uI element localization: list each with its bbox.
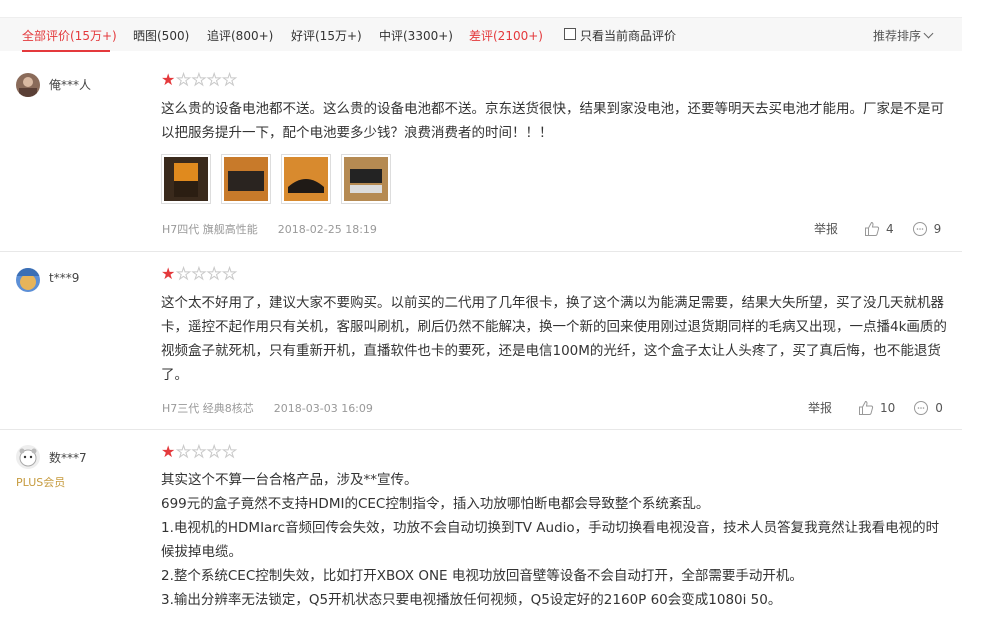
reply-count: 0 — [935, 400, 943, 415]
review-line: 699元的盒子竟然不支持HDMI的CEC控制指令，插入功放哪怕断电都会导致整个系… — [161, 496, 710, 512]
review-thumbnails — [161, 154, 391, 204]
filter-bad[interactable]: 差评(2100+) — [469, 27, 543, 44]
filter-photos[interactable]: 晒图(500) — [133, 27, 189, 44]
review-item: t***9 ★★★★★ 这个太不好用了，建议大家不要购买。以前买的二代用了几年很… — [0, 252, 962, 430]
filter-good[interactable]: 好评(15万+) — [291, 27, 362, 44]
sort-label: 推荐排序 — [872, 29, 921, 43]
review-item: 俺***人 ★★★★★ 这么贵的设备电池都不送。这么贵的设备电池都不送。京东送货… — [0, 51, 962, 252]
reply-button[interactable]: 9 — [912, 221, 942, 237]
report-link[interactable]: 举报 — [808, 399, 832, 416]
filter-all[interactable]: 全部评价(15万+) — [22, 27, 117, 44]
review-line: 2.整个系统CEC控制失效，比如打开XBOX ONE 电视功放回音壁等设备不会自… — [161, 568, 803, 584]
like-button[interactable]: 10 — [858, 400, 895, 416]
review-date: 2018-03-03 16:09 — [273, 402, 373, 415]
username: 俺***人 — [49, 78, 92, 92]
report-link[interactable]: 举报 — [814, 220, 838, 237]
star-icon: ★ — [161, 70, 177, 89]
review-photo-thumbnail[interactable] — [161, 154, 211, 204]
only-current-label[interactable]: 只看当前商品评价 — [580, 27, 676, 44]
review-photo-thumbnail[interactable] — [281, 154, 331, 204]
avatar[interactable] — [16, 268, 40, 292]
filter-followup[interactable]: 追评(800+) — [207, 27, 273, 44]
star-icon: ★ — [161, 264, 177, 283]
review-photo-thumbnail[interactable] — [341, 154, 391, 204]
review-filter-bar: 全部评价(15万+) 晒图(500) 追评(800+) 好评(15万+) 中评(… — [0, 17, 962, 52]
reply-count: 9 — [933, 221, 942, 236]
review-date: 2018-02-25 18:19 — [277, 223, 377, 236]
star-icon: ★★★★ — [176, 264, 238, 283]
product-variant: H7四代 旗舰高性能 — [162, 223, 258, 236]
review-photo-thumbnail[interactable] — [221, 154, 271, 204]
filter-medium[interactable]: 中评(3300+) — [379, 27, 453, 44]
star-icon: ★ — [161, 442, 177, 461]
like-button[interactable]: 4 — [864, 221, 894, 237]
review-actions: 举报 10 0 — [790, 399, 943, 416]
username: 数***7 — [49, 451, 87, 465]
review-content: 这个太不好用了，建议大家不要购买。以前买的二代用了几年很卡，换了这个满以为能满足… — [161, 295, 947, 383]
review-item: 数***7 PLUS会员 ★★★★★ 其实这个不算一台合格产品，涉及**宣传。 … — [0, 430, 962, 621]
review-content: 这么贵的设备电池都不送。这么贵的设备电池都不送。京东送货很快，结果到家没电池，还… — [161, 101, 944, 141]
review-line: 3.输出分辨率无法锁定，Q5开机状态只要电视播放任何视频，Q5设定好的2160P… — [161, 592, 782, 608]
plus-member-badge: PLUS会员 — [16, 476, 66, 489]
chevron-down-icon — [923, 28, 934, 39]
username: t***9 — [49, 271, 80, 285]
review-actions: 举报 4 9 — [796, 220, 941, 237]
review-meta: H7三代 经典8核芯 2018-03-03 16:09 — [162, 400, 373, 416]
like-count: 4 — [886, 221, 894, 236]
avatar[interactable] — [16, 73, 40, 97]
review-meta: H7四代 旗舰高性能 2018-02-25 18:19 — [162, 221, 377, 237]
product-variant: H7三代 经典8核芯 — [162, 402, 254, 415]
star-rating: ★★★★★ — [161, 442, 238, 461]
sort-dropdown[interactable]: 推荐排序 — [872, 27, 934, 44]
star-rating: ★★★★★ — [161, 70, 238, 89]
star-icon: ★★★★ — [176, 70, 238, 89]
thumbs-up-icon — [859, 400, 874, 415]
review-content: 其实这个不算一台合格产品，涉及**宣传。 699元的盒子竟然不支持HDMI的CE… — [161, 468, 951, 612]
review-line: 1.电视机的HDMIarc音频回传会失效，功放不会自动切换到TV Audio，手… — [161, 520, 940, 560]
only-current-checkbox[interactable] — [564, 28, 576, 40]
comment-icon — [912, 221, 927, 236]
like-count: 10 — [880, 400, 896, 415]
avatar[interactable] — [16, 445, 40, 469]
reply-button[interactable]: 0 — [913, 400, 943, 416]
comment-icon — [914, 400, 929, 415]
review-line: 其实这个不算一台合格产品，涉及**宣传。 — [161, 472, 418, 488]
thumbs-up-icon — [865, 221, 880, 236]
star-rating: ★★★★★ — [161, 264, 238, 283]
star-icon: ★★★★ — [176, 442, 238, 461]
